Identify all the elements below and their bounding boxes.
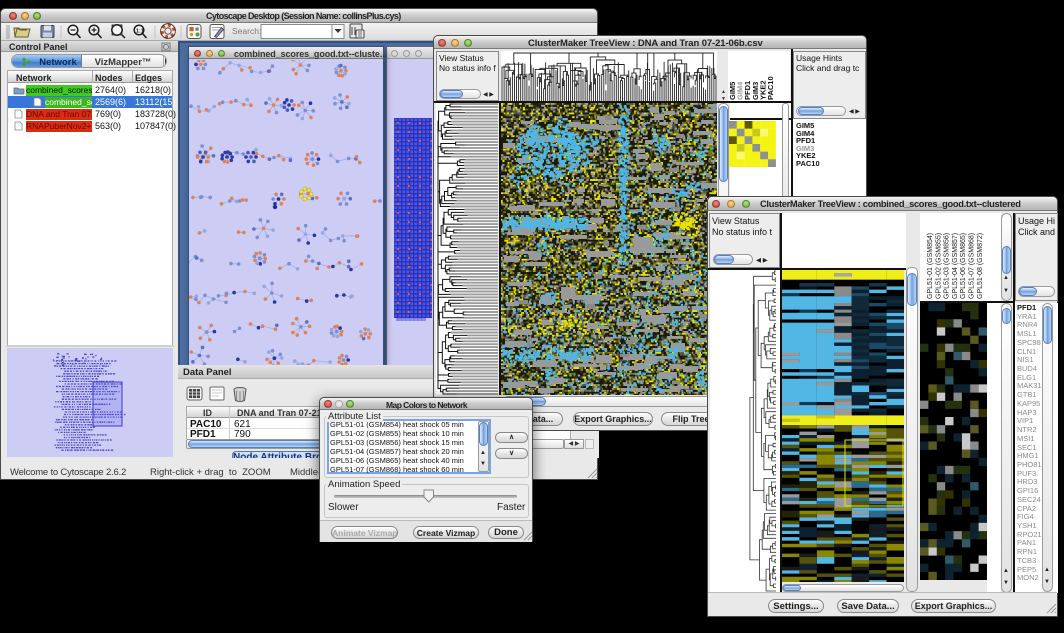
- svg-text:GPL51-07 (GSM868): GPL51-07 (GSM868): [969, 233, 976, 299]
- svg-text:GPL51-04 (GSM857): GPL51-04 (GSM857): [952, 233, 959, 299]
- svg-text:Search:: Search:: [232, 26, 261, 36]
- svg-text:PAC10: PAC10: [766, 76, 775, 100]
- svg-text:GPL51-08 (GSM872): GPL51-08 (GSM872): [977, 233, 984, 299]
- svg-text:GPL51-01 (GSM854): GPL51-01 (GSM854): [927, 233, 934, 299]
- svg-text:GPL51-03 (GSM856): GPL51-03 (GSM856): [944, 233, 951, 299]
- svg-text:1:1: 1:1: [136, 29, 144, 35]
- svg-text:GPL51-02 (GSM855): GPL51-02 (GSM855): [935, 233, 942, 299]
- svg-text:GPL51-06 (GSM865): GPL51-06 (GSM865): [960, 233, 967, 299]
